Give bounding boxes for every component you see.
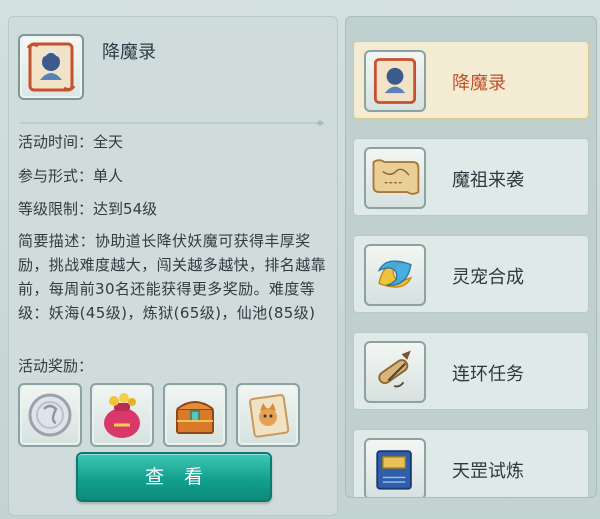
participation-form-row: 参与形式：单人: [18, 165, 123, 186]
reward-slot[interactable]: [18, 383, 82, 447]
rewards-label: 活动奖励：: [18, 357, 94, 375]
colon: ：: [78, 167, 94, 185]
quest-scroll-icon: [378, 350, 411, 388]
map-scroll-icon: [372, 159, 420, 195]
demon-scroll-icon: [373, 58, 417, 104]
colon: ：: [78, 133, 94, 151]
activity-list-label: 灵宠合成: [452, 267, 524, 288]
activity-time-value: 全天: [93, 133, 124, 151]
activity-list-item[interactable]: 灵宠合成: [353, 235, 589, 313]
spirit-pet-icon: [377, 260, 413, 288]
activity-time-label: 活动时间: [18, 133, 79, 151]
trial-book-icon: [376, 450, 412, 490]
treasure-chest-icon: [176, 401, 214, 434]
gold-bag-icon: [104, 393, 140, 438]
activity-list-icon-frame: [364, 244, 426, 306]
activity-list-item[interactable]: 天罡试炼: [353, 429, 589, 497]
activity-list: 降魔录 魔祖来袭 灵宠合成 连环任务 天罡试炼: [345, 16, 597, 498]
ornamental-divider: [20, 120, 324, 126]
silver-coin-icon: [28, 393, 72, 437]
activity-time-row: 活动时间：全天: [18, 131, 123, 152]
level-limit-label: 等级限制: [18, 200, 79, 218]
activity-list-item[interactable]: 降魔录: [353, 41, 589, 119]
activity-list-label: 连环任务: [452, 364, 524, 385]
activity-icon-frame: [18, 34, 84, 100]
activity-list-label: 魔祖来袭: [452, 170, 524, 191]
activity-list-item[interactable]: 魔祖来袭: [353, 138, 589, 216]
participation-form-label: 参与形式: [18, 167, 79, 185]
activity-list-icon-frame: [364, 341, 426, 403]
activity-list-label: 降魔录: [452, 73, 506, 94]
demon-scroll-icon: [26, 42, 76, 92]
reward-slot[interactable]: [90, 383, 154, 447]
view-button[interactable]: 查看: [76, 452, 272, 502]
activity-list-item[interactable]: 连环任务: [353, 332, 589, 410]
activity-description: 简要描述：协助道长降伏妖魔可获得丰厚奖励，挑战难度越大，闯关越多越快，排名越靠前…: [18, 232, 327, 322]
level-limit-value: 达到54级: [93, 200, 158, 218]
reward-slot[interactable]: [163, 383, 227, 447]
colon: ：: [78, 200, 94, 218]
level-limit-row: 等级限制：达到54级: [18, 198, 157, 219]
dog-scroll-icon: [249, 394, 290, 438]
activity-list-label: 天罡试炼: [452, 461, 524, 482]
activity-list-icon-frame: [364, 147, 426, 209]
activity-list-icon-frame: [364, 438, 426, 497]
participation-form-value: 单人: [93, 167, 124, 185]
activity-list-icon-frame: [364, 50, 426, 112]
activity-title: 降魔录: [102, 42, 156, 63]
reward-slot[interactable]: [236, 383, 300, 447]
